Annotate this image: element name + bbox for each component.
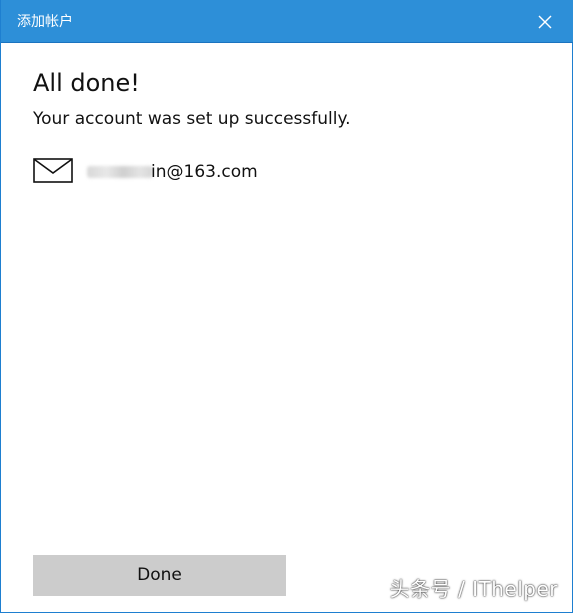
account-email: in@163.com [151, 162, 258, 182]
close-icon [538, 15, 552, 29]
account-row: in@163.com [33, 158, 433, 186]
page-heading: All done! [33, 69, 140, 97]
watermark: 头条号 / IThelper [389, 577, 558, 601]
done-button[interactable]: Done [33, 555, 286, 596]
email-redaction [87, 166, 153, 178]
title-bar: 添加帐户 [1, 0, 573, 43]
close-button[interactable] [534, 11, 556, 33]
window-title: 添加帐户 [17, 14, 73, 30]
success-message: Your account was set up successfully. [33, 109, 351, 129]
mail-icon [33, 158, 73, 184]
add-account-dialog: 添加帐户 All done! Your account was set up s… [0, 0, 573, 613]
